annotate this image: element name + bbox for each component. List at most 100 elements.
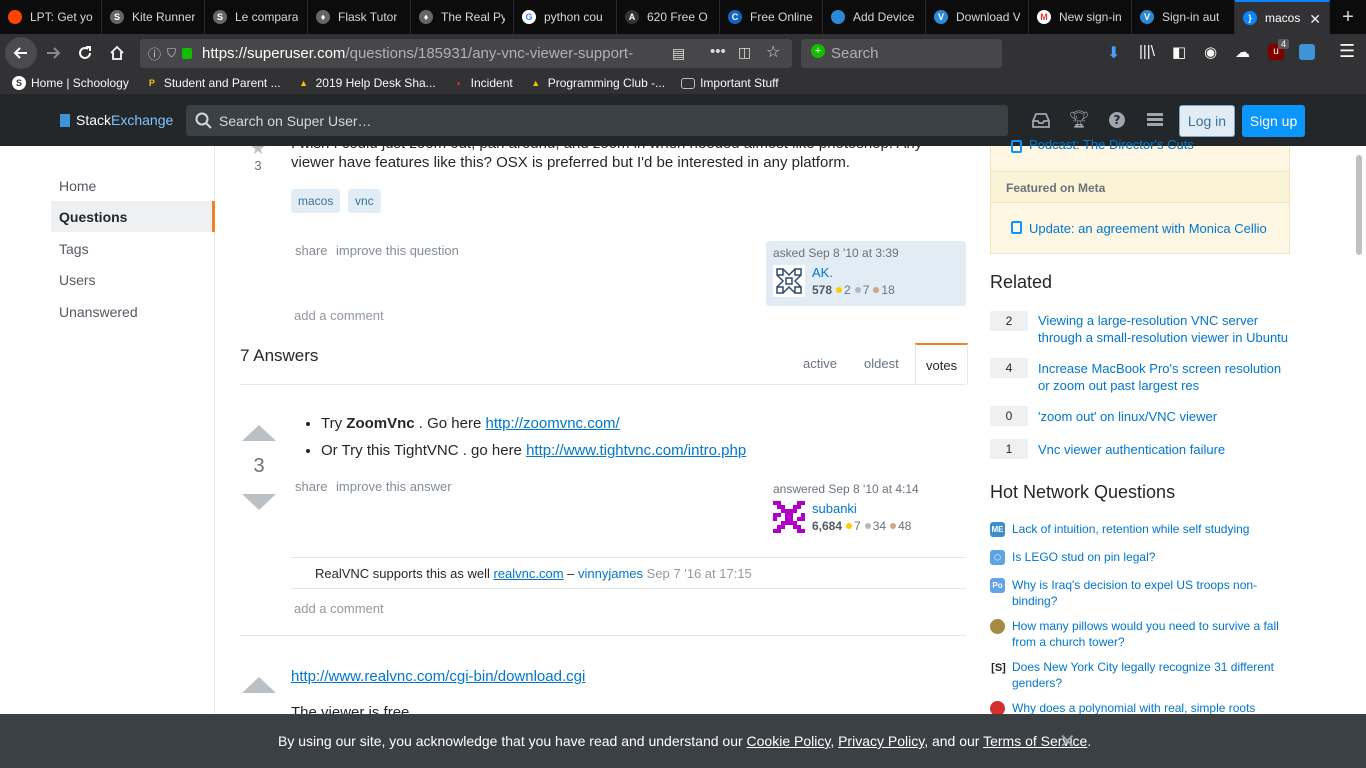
search-icon: +	[811, 44, 825, 58]
browser-tab[interactable]: V Download V	[926, 0, 1029, 34]
browser-tab-active[interactable]: } macos ✕	[1235, 0, 1330, 34]
bulletin-item[interactable]: Podcast: The Director's Cuts	[1029, 137, 1194, 152]
site-switcher-icon[interactable]	[1144, 110, 1166, 130]
new-tab-button[interactable]: +	[1330, 0, 1366, 34]
answers-count-heading: 7 Answers	[240, 346, 319, 365]
reload-button[interactable]	[70, 38, 100, 68]
tab-favicon-icon	[8, 10, 22, 24]
inbox-icon[interactable]	[1030, 110, 1052, 130]
help-icon[interactable]: ?	[1106, 110, 1128, 130]
asker-usercard: asked Sep 8 '10 at 3:39 AK. 578 2 7 18	[766, 241, 966, 306]
achievements-icon[interactable]: 🏆︎	[1068, 110, 1090, 130]
comment-user[interactable]: vinnyjames	[578, 566, 643, 581]
account-icon[interactable]: ◉	[1204, 43, 1217, 61]
reader-view-icon[interactable]: ▤	[672, 45, 685, 62]
sort-tab-votes[interactable]: votes	[915, 343, 969, 385]
bulletin-header: Featured on Meta	[991, 171, 1289, 203]
sort-tab-oldest[interactable]: oldest	[864, 356, 899, 371]
comment-link[interactable]: realvnc.com	[493, 566, 563, 581]
related-link[interactable]: 'zoom out' on linux/VNC viewer	[1038, 408, 1293, 425]
add-comment-link[interactable]: add a comment	[294, 308, 384, 323]
browser-tab[interactable]: S Le compara	[205, 0, 308, 34]
close-tab-icon[interactable]: ✕	[1309, 11, 1321, 28]
tag-macos[interactable]: macos	[291, 189, 341, 213]
extension-icon[interactable]: ☁	[1235, 43, 1250, 61]
hot-question-link[interactable]: Is LEGO stud on pin legal?	[1012, 549, 1287, 565]
menu-hamburger-icon[interactable]: ☰	[1339, 41, 1355, 62]
info-icon[interactable]: ⓘ	[148, 44, 161, 63]
nav-item-users[interactable]: Users	[59, 272, 96, 288]
realvnc-download-link[interactable]: http://www.realvnc.com/cgi-bin/download.…	[291, 668, 585, 685]
browser-tab[interactable]: S Kite Runner	[102, 0, 205, 34]
browser-tab[interactable]: ♦ The Real Py	[411, 0, 514, 34]
cookie-policy-link[interactable]: Cookie Policy	[747, 733, 831, 749]
url-bar[interactable]: ⓘ ⛉ https://superuser.com/questions/1859…	[140, 39, 792, 68]
extension-icon[interactable]	[1299, 44, 1315, 60]
hot-question-link[interactable]: Why is Iraq's decision to expel US troop…	[1012, 577, 1287, 609]
stackexchange-icon	[60, 113, 70, 127]
browser-tab[interactable]: V Sign-in aut	[1132, 0, 1235, 34]
bookmark-item[interactable]: P Student and Parent ...	[137, 76, 289, 90]
avatar[interactable]	[773, 501, 805, 533]
share-answer-link[interactable]: share	[295, 479, 328, 494]
favorite-star-icon[interactable]: ★	[250, 146, 266, 159]
browser-tab[interactable]: LPT: Get yo	[0, 0, 102, 34]
nav-item-questions[interactable]: Questions	[51, 201, 215, 232]
upvote-button[interactable]	[242, 425, 276, 441]
related-link[interactable]: Vnc viewer authentication failure	[1038, 441, 1293, 458]
browser-tab[interactable]: A 620 Free O	[617, 0, 720, 34]
hot-question-link[interactable]: Does New York City legally recognize 31 …	[1012, 659, 1287, 691]
tag-vnc[interactable]: vnc	[348, 189, 381, 213]
improve-answer-link[interactable]: improve this answer	[336, 479, 452, 494]
asker-name[interactable]: AK.	[812, 265, 833, 280]
zoomvnc-link[interactable]: http://zoomvnc.com/	[486, 415, 620, 432]
browser-tab[interactable]: Add Device	[823, 0, 926, 34]
page-scrollbar[interactable]	[1356, 155, 1362, 255]
bookmark-folder[interactable]: Important Stuff	[673, 76, 787, 90]
nav-item-tags[interactable]: Tags	[59, 241, 89, 257]
answerer-name[interactable]: subanki	[812, 501, 857, 516]
browser-tab[interactable]: Gpython cou	[514, 0, 617, 34]
tightvnc-link[interactable]: http://www.tightvnc.com/intro.php	[526, 442, 746, 459]
tab-favicon-icon: V	[1140, 10, 1154, 24]
related-link[interactable]: Viewing a large-resolution VNC server th…	[1038, 312, 1293, 346]
browser-tab[interactable]: ♦ Flask Tutor	[308, 0, 411, 34]
nav-item-home[interactable]: Home	[59, 178, 96, 194]
signup-button[interactable]: Sign up	[1242, 105, 1305, 137]
bookmark-item[interactable]: S Home | Schoology	[0, 76, 137, 90]
sort-tab-active[interactable]: active	[803, 356, 837, 371]
browser-tab[interactable]: C Free Online	[720, 0, 823, 34]
bookmark-item[interactable]: ▲ 2019 Help Desk Sha...	[289, 76, 444, 90]
avatar[interactable]	[773, 265, 805, 297]
improve-question-link[interactable]: improve this question	[336, 243, 459, 258]
library-icon[interactable]: |||\	[1139, 43, 1155, 60]
page-actions-icon[interactable]: •••	[710, 43, 726, 60]
shield-icon[interactable]: ⛉	[167, 46, 176, 61]
back-button[interactable]	[5, 37, 37, 69]
browser-tab[interactable]: M New sign-in	[1029, 0, 1132, 34]
stackexchange-logo[interactable]: Stack Exchange	[60, 112, 173, 128]
close-icon[interactable]: ✕	[1059, 729, 1076, 754]
home-button[interactable]	[102, 38, 132, 68]
bookmark-star-icon[interactable]: ☆	[766, 42, 780, 62]
hot-question-link[interactable]: How many pillows would you need to survi…	[1012, 618, 1287, 650]
add-comment-link[interactable]: add a comment	[294, 601, 384, 616]
hot-question-link[interactable]: Lack of intuition, retention while self …	[1012, 521, 1287, 537]
site-search-input[interactable]: Search on Super User…	[186, 105, 1008, 136]
upvote-button[interactable]	[242, 677, 276, 693]
bookmark-item[interactable]: ◗ Incident	[444, 76, 521, 90]
download-icon[interactable]: ⬇	[1107, 43, 1120, 63]
nav-item-unanswered[interactable]: Unanswered	[59, 304, 138, 320]
bookmarks-toolbar: S Home | Schoology P Student and Parent ..…	[0, 72, 1366, 94]
privacy-policy-link[interactable]: Privacy Policy	[838, 733, 924, 749]
pocket-icon[interactable]: ◫	[738, 44, 751, 61]
bookmark-item[interactable]: ▲ Programming Club -...	[521, 76, 673, 90]
forward-button[interactable]	[38, 38, 68, 68]
login-button[interactable]: Log in	[1179, 105, 1235, 137]
share-question-link[interactable]: share	[295, 243, 328, 258]
bulletin-item[interactable]: Update: an agreement with Monica Cellio	[1029, 221, 1267, 236]
browser-search-input[interactable]: + Search	[801, 39, 1002, 68]
sidebar-toggle-icon[interactable]: ◧	[1172, 43, 1186, 61]
downvote-button[interactable]	[242, 494, 276, 510]
related-link[interactable]: Increase MacBook Pro's screen resolution…	[1038, 360, 1293, 394]
